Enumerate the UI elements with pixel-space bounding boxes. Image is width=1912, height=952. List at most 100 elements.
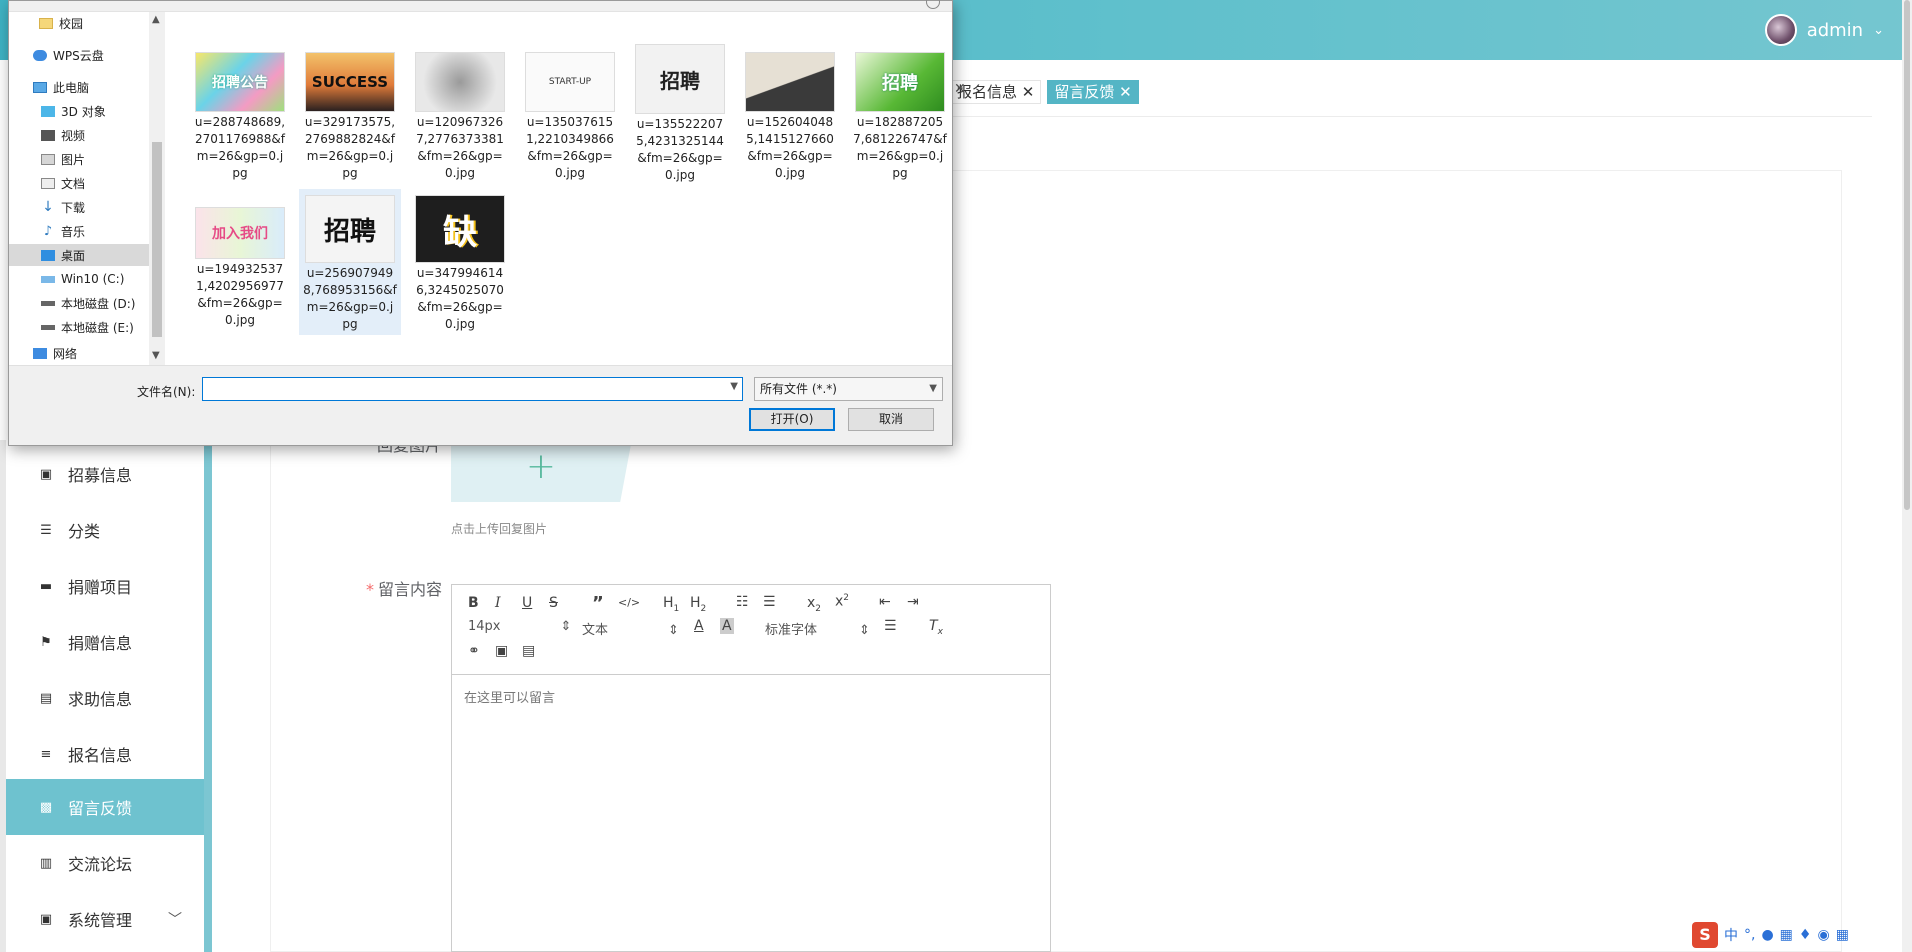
nav-item-wps-cloud[interactable]: WPS云盘	[9, 44, 149, 66]
keyboard-icon[interactable]: ▦	[1780, 927, 1793, 943]
nav-item-downloads[interactable]: ↓ 下载	[9, 196, 149, 218]
sidebar-item-recruit-info[interactable]: ▣ 招募信息	[6, 446, 204, 502]
tag-label: 报名信息	[957, 83, 1018, 101]
filename-combobox[interactable]: ▼	[202, 377, 743, 401]
italic-icon[interactable]: I	[495, 595, 501, 611]
nav-item-pictures[interactable]: 图片	[9, 148, 149, 170]
clear-format-icon[interactable]: Tx	[929, 618, 943, 637]
sidebar-item-system-management[interactable]: ▣ 系统管理 ﹀	[6, 891, 204, 947]
file-item[interactable]: 招聘 u=1828872057,681226747&fm=26&gp=0.jpg	[849, 52, 951, 184]
chevron-down-icon[interactable]: ▼	[730, 381, 738, 392]
nav-item-drive-c[interactable]: Win10 (C:)	[9, 268, 149, 290]
flag-icon: ⚑	[40, 634, 52, 650]
thumbnail: 加入我们	[195, 207, 285, 259]
background-color-icon[interactable]: A	[720, 618, 734, 634]
nav-item-documents[interactable]: 文档	[9, 172, 149, 194]
subscript-icon[interactable]: x2	[807, 595, 821, 614]
file-name: u=1828872057,681226747&fm=26&gp=0.jpg	[853, 115, 947, 180]
nav-item-this-pc[interactable]: 此电脑	[9, 76, 149, 98]
thumbnail-text: 缺	[443, 212, 477, 253]
indent-icon[interactable]: ⇥	[907, 594, 919, 610]
skin-icon[interactable]: ♦	[1799, 927, 1812, 943]
nav-item-network[interactable]: 网络	[9, 342, 149, 364]
sidebar-item-donation-info[interactable]: ⚑ 捐赠信息	[6, 614, 204, 670]
nav-item-desktop[interactable]: 桌面	[9, 244, 149, 266]
file-item[interactable]: u=1209673267,2776373381&fm=26&gp=0.jpg	[409, 52, 511, 184]
nav-item-3d-objects[interactable]: 3D 对象	[9, 100, 149, 122]
ordered-list-icon[interactable]: ☷	[736, 594, 749, 610]
editor-content[interactable]: 在这里可以留言	[452, 675, 1050, 718]
font-family-select[interactable]: 标准字体 ⇕	[765, 619, 870, 638]
open-button[interactable]: 打开(O)	[749, 408, 835, 431]
file-item[interactable]: 招聘公告 u=288748689,2701176988&fm=26&gp=0.j…	[189, 52, 291, 184]
bar-chart-icon: ▥	[39, 855, 53, 871]
font-size-select[interactable]: 14px ⇕	[468, 619, 571, 634]
close-icon[interactable]: ✕	[954, 81, 966, 97]
page-scrollbar[interactable]	[1902, 0, 1912, 952]
link-icon[interactable]: ⚭	[468, 643, 480, 659]
nav-item-campus[interactable]: 校园	[9, 12, 149, 34]
underline-icon[interactable]: U	[522, 595, 532, 611]
punctuation-icon[interactable]: °,	[1744, 927, 1755, 943]
outdent-icon[interactable]: ⇤	[879, 594, 891, 610]
nav-item-drive-d[interactable]: 本地磁盘 (D:)	[9, 292, 149, 314]
align-icon[interactable]: ☰	[884, 618, 897, 634]
file-item[interactable]: 招聘 u=1355222075,4231325144&fm=26&gp=0.jp…	[629, 44, 731, 186]
microphone-icon[interactable]: ●	[1761, 927, 1773, 943]
dialog-footer: 文件名(N): ▼ 所有文件 (*.*) ▼ 打开(O) 取消	[9, 365, 952, 445]
nav-item-drive-e[interactable]: 本地磁盘 (E:)	[9, 316, 149, 338]
nav-item-label: 图片	[61, 152, 86, 167]
tag-label: 留言反馈	[1054, 83, 1115, 101]
user-menu[interactable]: admin ⌄	[1764, 12, 1884, 48]
desktop-icon	[41, 249, 55, 261]
superscript-icon[interactable]: x2	[835, 593, 849, 610]
nav-item-label: Win10 (C:)	[61, 272, 125, 286]
scroll-up-icon[interactable]: ▲	[152, 14, 160, 25]
video-icon[interactable]: ▤	[522, 643, 535, 659]
bullet-list-icon[interactable]: ☰	[763, 594, 776, 610]
nav-item-music[interactable]: ♪ 音乐	[9, 220, 149, 242]
thumbnail: 缺	[415, 195, 505, 263]
music-icon: ♪	[43, 223, 53, 239]
file-item[interactable]: 加入我们 u=1949325371,4202956977&fm=26&gp=0.…	[189, 207, 291, 331]
sidebar: ▣ 招募信息 ☰ 分类 ▬ 捐赠项目 ⚑ 捐赠信息 ▤ 求助信息 ≡ 报名信息 …	[6, 444, 204, 952]
strikethrough-icon[interactable]: S	[549, 595, 558, 611]
file-item[interactable]: START-UP u=1350376151,2210349866&fm=26&g…	[519, 52, 621, 184]
help-icon[interactable]	[926, 0, 940, 9]
quote-icon[interactable]: ”	[592, 593, 604, 614]
thumbnail: 招聘	[635, 44, 725, 114]
game-icon[interactable]: ◉	[1817, 927, 1829, 943]
bold-icon[interactable]: B	[468, 595, 479, 611]
nav-item-videos[interactable]: 视频	[9, 124, 149, 146]
file-name: u=1355222075,4231325144&fm=26&gp=0.jpg	[636, 117, 724, 182]
scroll-down-icon[interactable]: ▼	[152, 350, 160, 361]
filetype-select[interactable]: 所有文件 (*.*) ▼	[754, 377, 943, 401]
sidebar-item-help-info[interactable]: ▤ 求助信息	[6, 670, 204, 726]
file-item-selected[interactable]: 招聘 u=2569079498,768953156&fm=26&gp=0.jpg	[299, 189, 401, 335]
file-item[interactable]: 缺 u=3479946146,3245025070&fm=26&gp=0.jpg	[409, 195, 511, 335]
file-item[interactable]: u=1526040485,1415127660&fm=26&gp=0.jpg	[739, 52, 841, 184]
file-item[interactable]: SUCCESS u=329173575,2769882824&fm=26&gp=…	[299, 52, 401, 184]
navigation-pane: 校园 WPS云盘 此电脑 3D 对象 视频 图片 文档 ↓ 下载 ♪ 音乐 桌面…	[9, 12, 155, 365]
ime-toolbar[interactable]: S 中 °, ● ▦ ♦ ◉ ▦	[1692, 922, 1849, 948]
code-icon[interactable]: </>	[618, 596, 640, 609]
filename-input[interactable]	[203, 378, 718, 400]
sidebar-item-forum[interactable]: ▥ 交流论坛	[6, 835, 204, 891]
apps-icon[interactable]: ▦	[1836, 927, 1849, 943]
heading2-icon[interactable]: H2	[690, 595, 706, 614]
sidebar-item-message-feedback[interactable]: ▩ 留言反馈	[6, 779, 204, 835]
sidebar-item-label: 留言反馈	[68, 799, 133, 818]
editor-placeholder: 在这里可以留言	[464, 691, 556, 706]
sidebar-item-signup-info[interactable]: ≡ 报名信息	[6, 726, 204, 782]
sidebar-item-donation-project[interactable]: ▬ 捐赠项目	[6, 558, 204, 614]
ime-mode[interactable]: 中	[1724, 925, 1738, 945]
sidebar-item-category[interactable]: ☰ 分类	[6, 502, 204, 558]
block-type-select[interactable]: 文本 ⇕	[582, 619, 679, 638]
tag-message-feedback[interactable]: 留言反馈 ✕	[1047, 80, 1139, 104]
font-color-icon[interactable]: A	[694, 618, 704, 634]
cancel-button[interactable]: 取消	[848, 408, 934, 431]
sogou-icon[interactable]: S	[1692, 922, 1718, 948]
nav-scrollbar[interactable]: ▲ ▼	[149, 12, 165, 365]
heading1-icon[interactable]: H1	[663, 595, 679, 614]
image-icon[interactable]: ▣	[495, 643, 508, 659]
